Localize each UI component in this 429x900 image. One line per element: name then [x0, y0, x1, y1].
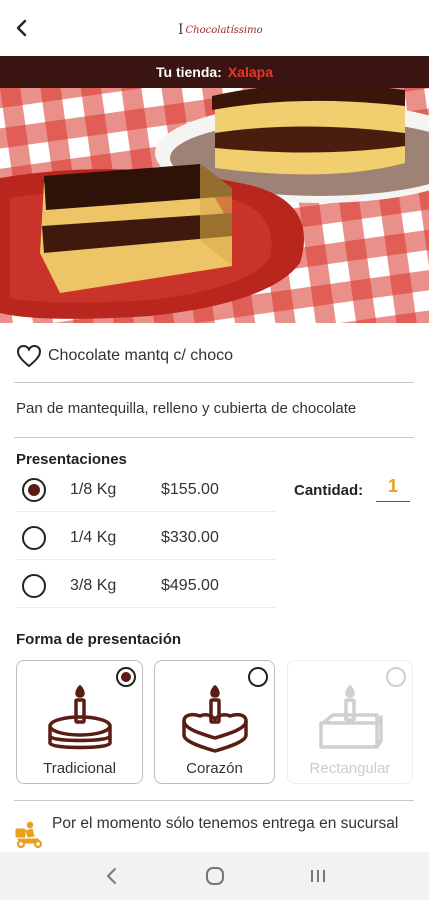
store-bar[interactable]: Tu tienda: Xalapa	[0, 56, 429, 88]
product-photo	[0, 88, 429, 323]
presentaciones-title: Presentaciones	[16, 451, 127, 468]
shape-label: Tradicional	[43, 760, 116, 777]
shape-card-tradicional[interactable]: Tradicional	[16, 660, 143, 784]
option-divider	[16, 511, 276, 512]
quantity-field[interactable]: 1	[376, 476, 410, 502]
option-weight: 1/4 Kg	[70, 529, 117, 546]
radio-unselected[interactable]	[22, 574, 46, 598]
divider	[14, 382, 414, 383]
nav-recents-icon	[310, 870, 325, 882]
quantity-label: Cantidad:	[294, 482, 364, 499]
delivery-text: Por el momento sólo tenemos entrega en s…	[52, 815, 399, 832]
logo-wordmark: Chocolatíssimo	[185, 24, 263, 36]
presentation-option[interactable]: 3/8 Kg $495.00	[16, 564, 276, 608]
presentation-option[interactable]: 1/8 Kg $155.00	[16, 468, 276, 512]
logo-prefix: I	[178, 22, 184, 38]
delivery-scooter-icon	[15, 821, 43, 848]
store-name: Xalapa	[227, 64, 273, 80]
option-price: $495.00	[161, 577, 219, 594]
system-nav-bar	[0, 852, 429, 900]
product-name: Chocolate mantq c/ choco	[48, 347, 233, 364]
option-price: $155.00	[161, 481, 219, 498]
store-label: Tu tienda:	[156, 64, 222, 80]
option-weight: 3/8 Kg	[70, 577, 117, 594]
radio-selected[interactable]	[116, 667, 136, 687]
app-header: I Chocolatíssimo	[0, 0, 429, 56]
shape-card-corazon[interactable]: Corazón	[154, 660, 275, 784]
nav-back-icon	[106, 868, 116, 884]
nav-home-button[interactable]	[195, 856, 235, 896]
product-name-row: Chocolate mantq c/ choco	[16, 342, 416, 370]
heart-cake-icon	[181, 685, 248, 753]
shape-card-rectangular: Rectangular	[287, 660, 413, 784]
round-cake-icon	[47, 685, 112, 750]
nav-back-button[interactable]	[92, 856, 132, 896]
shape-label: Rectangular	[309, 760, 391, 777]
forma-title: Forma de presentación	[16, 631, 182, 648]
radio-disabled	[386, 667, 406, 687]
delivery-note: Por el momento sólo tenemos entrega en s…	[14, 814, 414, 848]
shape-label: Corazón	[186, 760, 243, 777]
divider	[14, 437, 414, 438]
radio-dot	[121, 672, 131, 682]
brand-logo: I Chocolatíssimo	[178, 18, 263, 42]
divider	[14, 800, 414, 801]
option-weight: 1/8 Kg	[70, 481, 117, 498]
chevron-left-icon	[16, 19, 27, 37]
nav-home-icon	[205, 867, 224, 885]
option-divider	[16, 559, 276, 560]
radio-dot	[28, 484, 40, 496]
radio-selected[interactable]	[22, 478, 46, 502]
product-description: Pan de mantequilla, relleno y cubierta d…	[16, 400, 357, 417]
option-price: $330.00	[161, 529, 219, 546]
rectangular-cake-icon	[319, 685, 383, 749]
back-button[interactable]	[8, 14, 36, 42]
nav-recents-button[interactable]	[298, 856, 338, 896]
presentation-option[interactable]: 1/4 Kg $330.00	[16, 516, 276, 560]
radio-unselected[interactable]	[22, 526, 46, 550]
option-divider	[16, 607, 276, 608]
heart-outline-icon[interactable]	[16, 344, 42, 368]
